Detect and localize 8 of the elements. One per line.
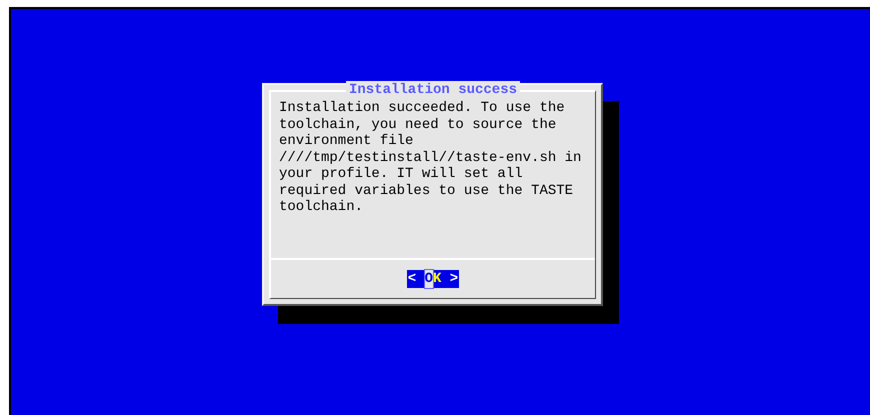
ok-button[interactable]: < OK > [406, 270, 460, 288]
message-line: required variables to use the TASTE [279, 182, 574, 199]
message-line: toolchain, you need to source the [279, 116, 556, 133]
message-line: ////tmp/testinstall//taste-env.sh in [279, 150, 582, 166]
message-line: toolchain. [279, 199, 364, 216]
message-line: your profile. IT will set all [279, 166, 523, 182]
message-line: Installation succeeded. To use the [279, 100, 565, 116]
message-line: environment file [279, 133, 414, 150]
